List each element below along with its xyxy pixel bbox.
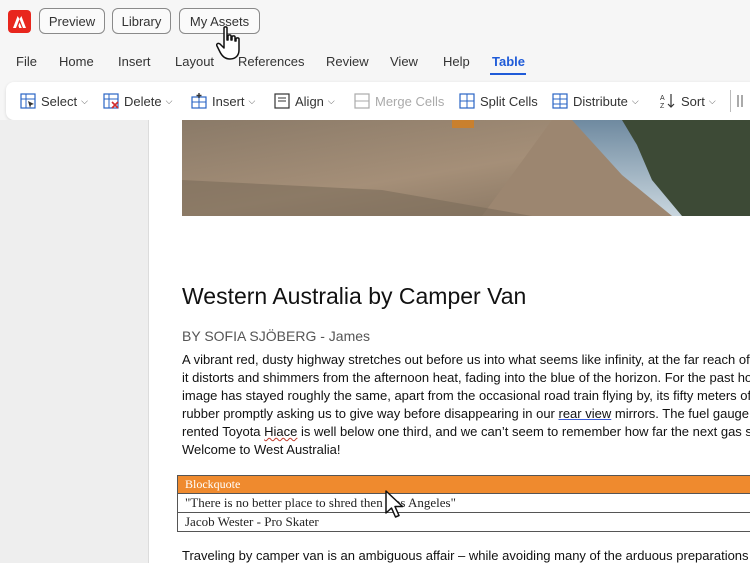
sort-label: Sort: [681, 93, 705, 109]
blockquote-header-cell[interactable]: Blockquote: [177, 475, 750, 494]
menu-references[interactable]: References: [238, 54, 304, 69]
byline[interactable]: BY SOFIA SJÖBERG - James: [182, 328, 370, 344]
app-header: Preview Library My Assets: [0, 0, 750, 44]
merge-cells-icon: [354, 93, 370, 109]
text-run: rubber promptly asking us to give way be…: [182, 406, 559, 421]
chevron-down-icon: ⌵: [708, 95, 716, 106]
menu-bar: File Home Insert Layout References Revie…: [0, 44, 750, 80]
grammar-flagged-text: rear view: [558, 406, 612, 421]
toolbar-divider: [730, 90, 731, 112]
align-label: Align: [295, 93, 324, 109]
chevron-down-icon: ⌵: [327, 95, 335, 106]
chevron-down-icon: ⌵: [165, 95, 173, 106]
document-title[interactable]: Western Australia by Camper Van: [182, 283, 526, 310]
blockquote-quote-cell[interactable]: "There is no better place to shred then …: [177, 494, 750, 513]
menu-insert[interactable]: Insert: [118, 54, 151, 69]
insert-tool[interactable]: Insert ⌵: [191, 91, 255, 111]
paragraph-line: it distorts and shimmers from the aftern…: [182, 370, 750, 385]
my-assets-button[interactable]: My Assets: [179, 8, 260, 34]
paragraph-line: A vibrant red, dusty highway stretches o…: [182, 352, 750, 367]
insert-table-icon: [191, 93, 207, 109]
table-toolbar: Select ⌵ Delete ⌵ Insert ⌵ Align ⌵ Merge…: [6, 82, 750, 120]
menu-review[interactable]: Review: [326, 54, 369, 69]
paragraph-line: image has stayed roughly the same, apart…: [182, 388, 750, 403]
split-cells-tool[interactable]: Split Cells: [459, 91, 538, 111]
split-cells-icon: [459, 93, 475, 109]
preview-button[interactable]: Preview: [39, 8, 105, 34]
menu-table[interactable]: Table: [492, 54, 525, 69]
paragraph-line: Welcome to West Australia!: [182, 442, 341, 457]
merge-cells-label: Merge Cells: [375, 93, 445, 109]
distribute-label: Distribute: [573, 93, 628, 109]
split-cells-label: Split Cells: [480, 93, 538, 109]
next-paragraph[interactable]: Traveling by camper van is an ambiguous …: [182, 548, 749, 563]
svg-text:Z: Z: [660, 103, 665, 109]
menu-view[interactable]: View: [390, 54, 418, 69]
distribute-icon: [552, 93, 568, 109]
chevron-down-icon: ⌵: [81, 95, 88, 106]
merge-cells-tool[interactable]: Merge Cells: [354, 91, 444, 111]
menu-layout[interactable]: Layout: [175, 54, 214, 69]
left-pane: [0, 120, 148, 563]
align-tool[interactable]: Align ⌵: [274, 91, 335, 111]
menu-help[interactable]: Help: [443, 54, 470, 69]
text-run: rented Toyota: [182, 424, 265, 439]
delete-label: Delete: [124, 93, 162, 109]
more-tools-icon[interactable]: [736, 91, 746, 111]
select-tool[interactable]: Select ⌵: [20, 91, 88, 111]
menu-home[interactable]: Home: [59, 54, 94, 69]
select-table-icon: [20, 93, 36, 109]
active-tab-indicator: [490, 73, 526, 75]
hero-image: [182, 120, 750, 216]
text-run: mirrors. The fuel gauge: [611, 406, 750, 421]
blockquote-author-cell[interactable]: Jacob Wester - Pro Skater: [177, 513, 750, 532]
paragraph-line: rubber promptly asking us to give way be…: [182, 405, 750, 423]
sort-tool[interactable]: A Z Sort ⌵: [660, 91, 716, 111]
blockquote-table[interactable]: Blockquote "There is no better place to …: [177, 475, 750, 532]
select-label: Select: [41, 93, 78, 109]
delete-tool[interactable]: Delete ⌵: [103, 91, 172, 111]
chevron-down-icon: ⌵: [248, 95, 256, 106]
adobe-logo-icon[interactable]: [8, 10, 31, 33]
delete-table-icon: [103, 93, 119, 109]
spelling-flagged-text: Hiace: [264, 424, 298, 439]
menu-file[interactable]: File: [16, 54, 37, 69]
body-paragraph[interactable]: A vibrant red, dusty highway stretches o…: [182, 351, 750, 459]
chevron-down-icon: ⌵: [631, 95, 639, 106]
distribute-tool[interactable]: Distribute ⌵: [552, 91, 639, 111]
document-page: Western Australia by Camper Van BY SOFIA…: [149, 120, 750, 563]
text-run: is well below one third, and we can’t se…: [297, 424, 750, 439]
insert-label: Insert: [212, 93, 245, 109]
sort-az-icon: A Z: [660, 94, 675, 109]
library-button[interactable]: Library: [112, 8, 171, 34]
align-icon: [274, 93, 290, 109]
svg-text:A: A: [660, 95, 665, 102]
paragraph-line: rented Toyota Hiace is well below one th…: [182, 423, 750, 441]
